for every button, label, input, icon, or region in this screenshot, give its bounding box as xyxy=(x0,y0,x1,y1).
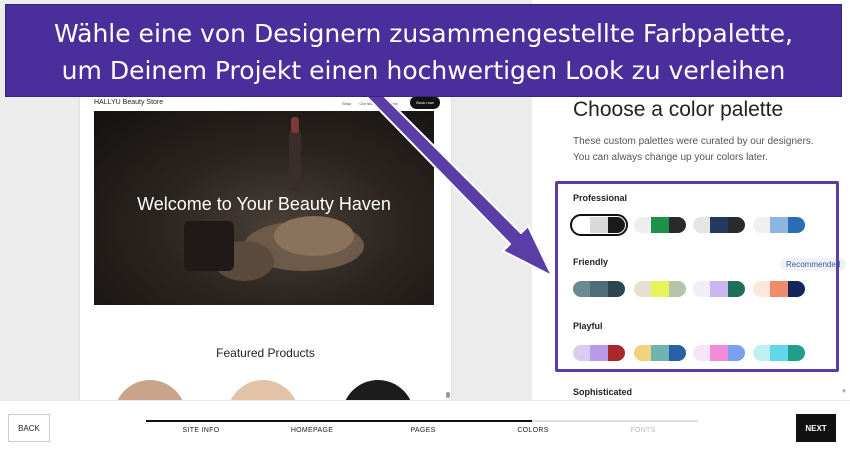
instruction-banner: Wähle eine von Designern zusammengestell… xyxy=(5,4,842,97)
wizard-step[interactable]: PAGES xyxy=(410,427,435,434)
progress-bar xyxy=(146,420,698,422)
progress-fill xyxy=(146,420,533,422)
banner-line: um Deinem Projekt einen hochwertigen Loo… xyxy=(61,56,786,85)
back-button[interactable]: BACK xyxy=(8,414,50,442)
next-button[interactable]: NEXT xyxy=(796,414,836,442)
wizard-bottom-bar: BACK SITE INFO HOMEPAGE PAGES COLORS FONTS N… xyxy=(0,400,850,456)
banner-line: Wähle eine von Designern zusammengestell… xyxy=(54,19,793,48)
wizard-step[interactable]: HOMEPAGE xyxy=(291,427,333,434)
wizard-step[interactable]: COLORS xyxy=(517,427,548,434)
wizard-step[interactable]: FONTS xyxy=(630,427,655,434)
wizard-step[interactable]: SITE INFO xyxy=(183,427,220,434)
